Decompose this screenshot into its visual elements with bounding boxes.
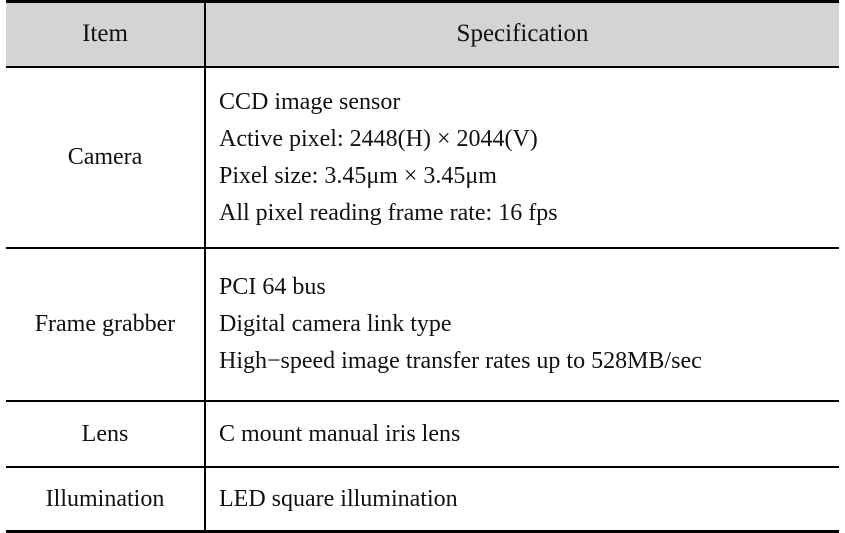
row-spec-illumination: LED square illumination bbox=[204, 466, 839, 533]
spec-line-list: CCD image sensor Active pixel: 2448(H) ×… bbox=[219, 83, 839, 231]
table-header: Item Specification bbox=[6, 0, 839, 68]
column-header-item: Item bbox=[6, 0, 205, 68]
table-row: Camera CCD image sensor Active pixel: 24… bbox=[6, 66, 839, 249]
table-header-row: Item Specification bbox=[6, 0, 839, 68]
spec-line: CCD image sensor bbox=[219, 88, 401, 115]
spec-line: Pixel size: 3.45μm × 3.45μm bbox=[219, 162, 497, 189]
row-spec-camera: CCD image sensor Active pixel: 2448(H) ×… bbox=[204, 66, 839, 249]
specification-table: Item Specification Camera CCD image sens… bbox=[6, 0, 839, 533]
spec-line-list: LED square illumination bbox=[219, 487, 839, 511]
table-row: Frame grabber PCI 64 bus Digital camera … bbox=[6, 247, 839, 402]
spec-line: Active pixel: 2448(H) × 2044(V) bbox=[219, 125, 538, 152]
table-row: Illumination LED square illumination bbox=[6, 466, 839, 533]
row-spec-lens: C mount manual iris lens bbox=[204, 400, 839, 468]
spec-line: Digital camera link type bbox=[219, 311, 452, 337]
row-item-camera: Camera bbox=[6, 66, 205, 249]
specification-table-container: Item Specification Camera CCD image sens… bbox=[0, 0, 845, 533]
row-spec-frame-grabber: PCI 64 bus Digital camera link type High… bbox=[204, 247, 839, 402]
row-item-lens: Lens bbox=[6, 400, 205, 468]
spec-line-list: PCI 64 bus Digital camera link type High… bbox=[219, 269, 839, 380]
spec-line: PCI 64 bus bbox=[219, 274, 326, 300]
spec-line-list: C mount manual iris lens bbox=[219, 422, 839, 446]
table-row: Lens C mount manual iris lens bbox=[6, 400, 839, 468]
row-item-illumination: Illumination bbox=[6, 466, 205, 533]
table-body: Camera CCD image sensor Active pixel: 24… bbox=[6, 66, 839, 533]
spec-line: C mount manual iris lens bbox=[219, 420, 461, 447]
spec-line: All pixel reading frame rate: 16 fps bbox=[219, 199, 558, 226]
row-item-frame-grabber: Frame grabber bbox=[6, 247, 205, 402]
column-header-specification: Specification bbox=[204, 0, 839, 68]
spec-line: High−speed image transfer rates up to 52… bbox=[219, 348, 702, 374]
spec-line: LED square illumination bbox=[219, 485, 458, 512]
